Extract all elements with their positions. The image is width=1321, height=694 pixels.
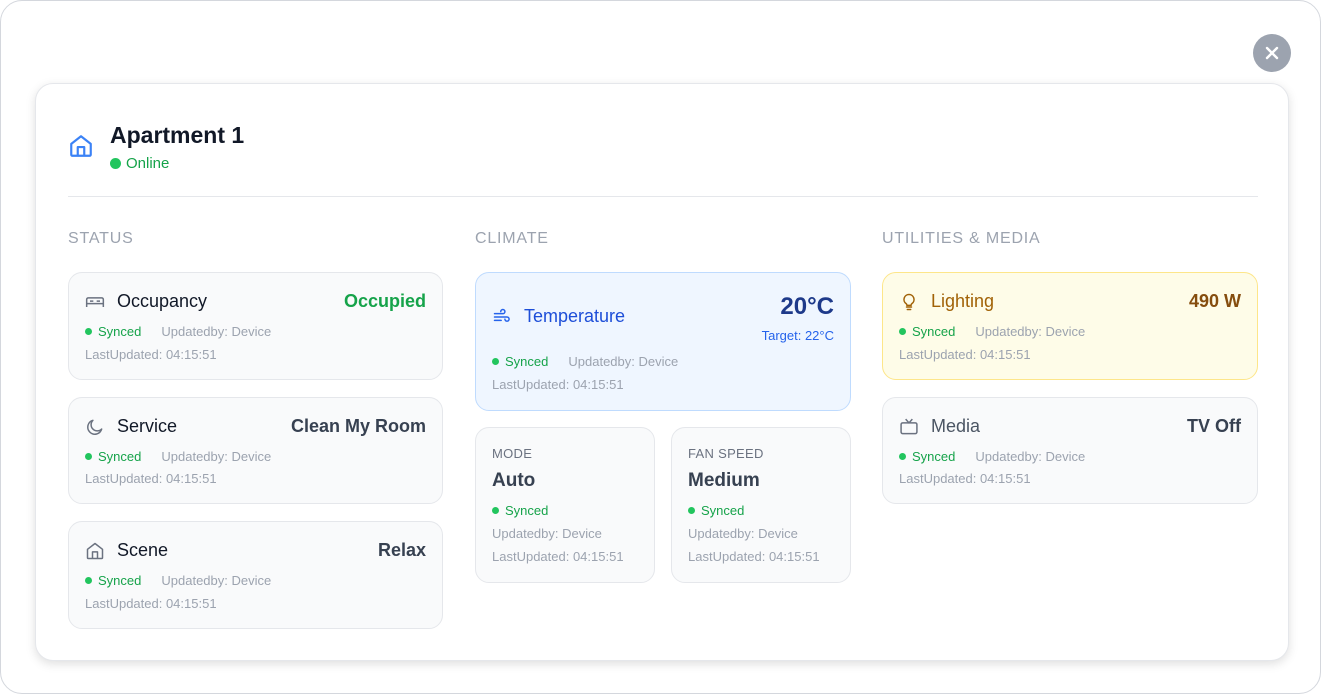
service-label: Service (117, 416, 178, 436)
synced-dot (688, 507, 695, 514)
synced-badge: Synced (85, 449, 141, 464)
last-updated: LastUpdated: 04:15:51 (492, 377, 624, 392)
mode-tile[interactable]: MODE Auto Synced Updatedby: Device LastU… (475, 427, 655, 583)
mode-label: MODE (492, 446, 533, 461)
temperature-tile[interactable]: Temperature 20°C Target: 22°C Synced Upd… (475, 272, 851, 411)
close-icon (1265, 46, 1279, 60)
last-updated: LastUpdated: 04:15:51 (899, 471, 1031, 486)
utilities-column-title: UTILITIES & MEDIA (882, 230, 1041, 247)
updated-by: Updatedby: Device (568, 354, 679, 369)
moon-icon (87, 419, 103, 435)
mode-meta: Synced (492, 503, 568, 518)
media-label: Media (931, 416, 981, 436)
media-meta: Synced Updatedby: Device (899, 449, 1085, 464)
synced-dot (899, 453, 906, 460)
fan-speed-label: FAN SPEED (688, 446, 764, 461)
synced-badge: Synced (899, 324, 955, 339)
updated-by: Updatedby: Device (492, 526, 602, 541)
synced-dot (492, 507, 499, 514)
bed-icon (85, 296, 105, 307)
lighting-label: Lighting (931, 291, 995, 311)
bulb-icon (903, 293, 915, 310)
scene-tile[interactable]: Scene Relax Synced Updatedby: Device Las… (68, 521, 443, 629)
last-updated: LastUpdated: 04:15:51 (688, 549, 820, 564)
updated-by: Updatedby: Device (688, 526, 798, 541)
lighting-value: 490 W (1188, 291, 1241, 311)
temperature-label: Temperature (524, 306, 626, 326)
synced-text: Synced (98, 324, 142, 339)
updated-by: Updatedby: Device (161, 324, 272, 339)
occupancy-meta: Synced Updatedby: Device (85, 324, 271, 339)
home-icon (70, 135, 92, 157)
last-updated: LastUpdated: 04:15:51 (492, 549, 624, 564)
synced-badge: Synced (492, 503, 548, 518)
last-updated: LastUpdated: 04:15:51 (85, 596, 217, 611)
scene-label: Scene (117, 540, 169, 560)
synced-text: Synced (701, 503, 745, 518)
scene-value: Relax (377, 540, 426, 560)
service-tile[interactable]: Service Clean My Room Synced Updatedby: … (68, 397, 443, 504)
apartment-card: Apartment 1 Online STATUS CLIMATE UTILIT… (35, 83, 1289, 661)
status-column-title: STATUS (68, 230, 134, 247)
last-updated: LastUpdated: 04:15:51 (899, 347, 1031, 362)
updated-by: Updatedby: Device (975, 449, 1086, 464)
media-tile[interactable]: Media TV Off Synced Updatedby: Device La… (882, 397, 1258, 504)
temperature-meta: Synced Updatedby: Device (492, 354, 678, 369)
lighting-tile[interactable]: Lighting 490 W Synced Updatedby: Device … (882, 272, 1258, 380)
temperature-target: Target: 22°C (761, 328, 834, 343)
occupancy-label: Occupancy (117, 291, 208, 311)
wind-icon (493, 308, 510, 322)
synced-dot (85, 328, 92, 335)
media-value: TV Off (1187, 416, 1241, 436)
online-status: Online (110, 155, 244, 172)
close-button[interactable] (1253, 34, 1291, 72)
synced-text: Synced (98, 449, 142, 464)
service-value: Clean My Room (290, 416, 426, 436)
synced-badge: Synced (85, 573, 141, 588)
lighting-meta: Synced Updatedby: Device (899, 324, 1085, 339)
synced-badge: Synced (85, 324, 141, 339)
synced-text: Synced (505, 354, 549, 369)
page-title: Apartment 1 (110, 122, 245, 148)
last-updated: LastUpdated: 04:15:51 (85, 347, 217, 362)
occupancy-value: Occupied (343, 291, 426, 311)
updated-by: Updatedby: Device (161, 449, 272, 464)
online-status-label: Online (126, 155, 170, 172)
last-updated: LastUpdated: 04:15:51 (85, 471, 217, 486)
synced-badge: Synced (688, 503, 744, 518)
synced-dot (85, 577, 92, 584)
fan-speed-tile[interactable]: FAN SPEED Medium Synced Updatedby: Devic… (671, 427, 851, 583)
synced-text: Synced (912, 449, 956, 464)
synced-badge: Synced (492, 354, 548, 369)
occupancy-tile[interactable]: Occupancy Occupied Synced Updatedby: Dev… (68, 272, 443, 380)
header-divider (68, 196, 1258, 197)
tv-icon (900, 418, 918, 434)
synced-dot (492, 358, 499, 365)
fan-speed-value: Medium (688, 470, 760, 491)
synced-badge: Synced (899, 449, 955, 464)
service-meta: Synced Updatedby: Device (85, 449, 271, 464)
temperature-value: 20°C (780, 293, 834, 320)
synced-text: Synced (505, 503, 549, 518)
synced-dot (85, 453, 92, 460)
climate-column-title: CLIMATE (475, 230, 549, 247)
apartment-header: Apartment 1 Online (68, 122, 244, 172)
synced-text: Synced (98, 573, 142, 588)
synced-text: Synced (912, 324, 956, 339)
mode-value: Auto (492, 470, 536, 491)
fan-speed-meta: Synced (688, 503, 764, 518)
modal-frame: Apartment 1 Online STATUS CLIMATE UTILIT… (0, 0, 1321, 694)
updated-by: Updatedby: Device (975, 324, 1086, 339)
home-icon (86, 542, 104, 559)
synced-dot (899, 328, 906, 335)
online-dot (110, 158, 121, 169)
updated-by: Updatedby: Device (161, 573, 272, 588)
temperature-heading: Temperature (492, 306, 625, 327)
scene-meta: Synced Updatedby: Device (85, 573, 271, 588)
